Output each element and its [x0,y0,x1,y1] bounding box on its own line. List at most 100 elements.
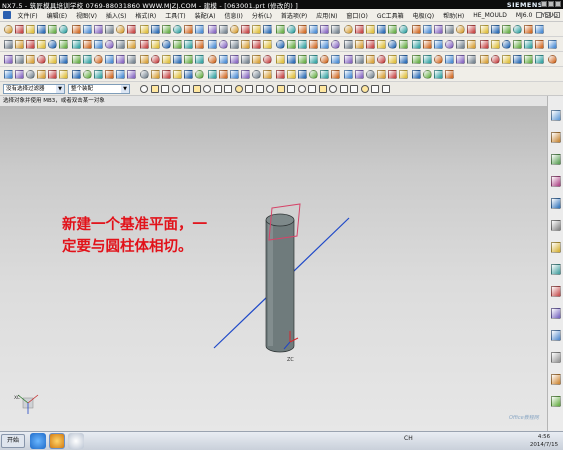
toolbar-tool-icon[interactable] [276,25,285,34]
toolbar-tool-icon[interactable] [37,55,46,64]
toolbar-tool-icon[interactable] [105,25,114,34]
toolbar-tool-icon[interactable] [366,55,375,64]
toolbar-tool-icon[interactable] [366,25,375,34]
toolbar-tool-icon[interactable] [344,40,353,49]
toolbar-tool-icon[interactable] [320,70,329,79]
type-filter-dropdown[interactable]: 没有选择过滤器 ▼ [3,84,65,94]
snap-point-icon[interactable] [371,85,379,93]
toolbar-tool-icon[interactable] [263,55,272,64]
toolbar-tool-icon[interactable] [4,55,13,64]
toolbar-tool-icon[interactable] [208,70,217,79]
toolbar-tool-icon[interactable] [59,70,68,79]
menu-window[interactable]: 窗口(O) [342,11,372,20]
toolbar-tool-icon[interactable] [377,25,386,34]
menu-he-mould[interactable]: HE_MOULD [469,12,512,19]
toolbar-tool-icon[interactable] [26,25,35,34]
snap-point-icon[interactable] [182,85,190,93]
toolbar-tool-icon[interactable] [230,25,239,34]
resource-bar-tab-icon[interactable] [551,330,561,341]
clock[interactable]: 4:56 2014/7/15 [528,433,560,449]
toolbar-tool-icon[interactable] [491,40,500,49]
toolbar-tool-icon[interactable] [162,55,171,64]
toolbar-tool-icon[interactable] [355,25,364,34]
toolbar-tool-icon[interactable] [59,25,68,34]
toolbar-tool-icon[interactable] [140,55,149,64]
toolbar-tool-icon[interactable] [26,40,35,49]
toolbar-tool-icon[interactable] [298,70,307,79]
toolbar-tool-icon[interactable] [37,25,46,34]
toolbar-tool-icon[interactable] [127,55,136,64]
toolbar-tool-icon[interactable] [309,40,318,49]
snap-point-icon[interactable] [360,85,369,93]
toolbar-tool-icon[interactable] [480,40,489,49]
toolbar-tool-icon[interactable] [263,70,272,79]
resource-bar-tab-icon[interactable] [551,264,561,275]
toolbar-tool-icon[interactable] [219,70,228,79]
toolbar-tool-icon[interactable] [513,40,522,49]
toolbar-tool-icon[interactable] [434,25,443,34]
snap-point-icon[interactable] [255,85,264,93]
doc-restore-button[interactable] [545,12,551,18]
resource-bar-tab-icon[interactable] [551,352,561,363]
toolbar-tool-icon[interactable] [94,55,103,64]
resource-bar-tab-icon[interactable] [551,176,561,187]
toolbar-tool-icon[interactable] [344,55,353,64]
menu-electrode[interactable]: 电极(Q) [408,11,438,20]
menu-insert[interactable]: 插入(S) [101,11,131,20]
toolbar-tool-icon[interactable] [140,25,149,34]
taskbar-app-nx-icon[interactable] [49,433,65,449]
toolbar-tool-icon[interactable] [195,55,204,64]
toolbar-tool-icon[interactable] [184,40,193,49]
toolbar-tool-icon[interactable] [15,40,24,49]
toolbar-tool-icon[interactable] [230,70,239,79]
toolbar-tool-icon[interactable] [535,40,544,49]
toolbar-tool-icon[interactable] [467,55,476,64]
toolbar-tool-icon[interactable] [105,55,114,64]
toolbar-tool-icon[interactable] [445,55,454,64]
toolbar-tool-icon[interactable] [94,25,103,34]
menu-file[interactable]: 文件(F) [13,11,42,20]
toolbar-tool-icon[interactable] [241,25,250,34]
toolbar-tool-icon[interactable] [320,55,329,64]
toolbar-tool-icon[interactable] [355,40,364,49]
toolbar-tool-icon[interactable] [4,25,13,34]
toolbar-tool-icon[interactable] [72,25,81,34]
toolbar-tool-icon[interactable] [298,55,307,64]
toolbar-tool-icon[interactable] [151,25,160,34]
toolbar-tool-icon[interactable] [83,55,92,64]
resource-bar-tab-icon[interactable] [551,396,561,407]
toolbar-tool-icon[interactable] [366,70,375,79]
toolbar-tool-icon[interactable] [127,25,136,34]
toolbar-tool-icon[interactable] [252,40,261,49]
resource-bar-tab-icon[interactable] [551,154,561,165]
toolbar-tool-icon[interactable] [456,25,465,34]
snap-point-icon[interactable] [266,85,274,93]
toolbar-tool-icon[interactable] [72,40,81,49]
snap-point-icon[interactable] [171,85,180,93]
toolbar-tool-icon[interactable] [127,40,136,49]
toolbar-tool-icon[interactable] [491,55,500,64]
toolbar-tool-icon[interactable] [331,25,340,34]
resource-bar-tab-icon[interactable] [551,286,561,297]
toolbar-tool-icon[interactable] [331,55,340,64]
toolbar-tool-icon[interactable] [26,70,35,79]
toolbar-tool-icon[interactable] [502,55,511,64]
toolbar-tool-icon[interactable] [208,25,217,34]
menu-view[interactable]: 视图(V) [72,11,102,20]
toolbar-tool-icon[interactable] [377,40,386,49]
toolbar-tool-icon[interactable] [524,40,533,49]
toolbar-tool-icon[interactable] [535,25,544,34]
toolbar-tool-icon[interactable] [48,55,57,64]
toolbar-tool-icon[interactable] [173,55,182,64]
toolbar-tool-icon[interactable] [151,40,160,49]
tray-language[interactable]: CH [404,435,413,442]
toolbar-tool-icon[interactable] [434,40,443,49]
toolbar-tool-icon[interactable] [388,70,397,79]
toolbar-tool-icon[interactable] [252,25,261,34]
snap-point-icon[interactable] [161,85,169,93]
toolbar-tool-icon[interactable] [445,70,454,79]
close-button[interactable] [555,1,561,7]
toolbar-tool-icon[interactable] [502,40,511,49]
toolbar-tool-icon[interactable] [15,25,24,34]
toolbar-tool-icon[interactable] [105,70,114,79]
